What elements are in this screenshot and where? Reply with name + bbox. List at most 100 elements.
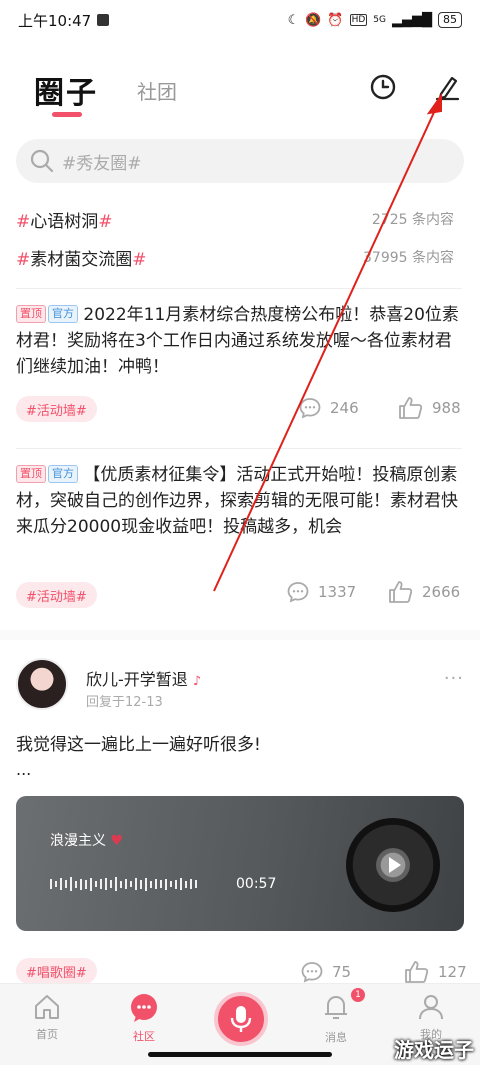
nav-community[interactable]: 社区 <box>114 992 174 1044</box>
user-icon <box>419 995 443 1020</box>
status-time: 上午10:47 <box>18 11 92 30</box>
post-text: 置顶 官方 【优质素材征集令】活动正式开始啦！投稿原创素材，突破自己的创作边界，探… <box>16 462 464 540</box>
topic-tag[interactable]: #活动墙# <box>16 582 97 608</box>
topic-hash: # <box>16 249 31 270</box>
header: 圈子 社团 <box>0 62 480 122</box>
search-placeholder: #秀友圈# <box>62 153 142 174</box>
topic-name: #素材菌交流圈# <box>16 245 147 270</box>
comment-icon <box>287 582 309 603</box>
thumbs-up-icon <box>389 581 413 603</box>
pencil-icon <box>435 76 460 101</box>
comment-value: 75 <box>332 963 352 981</box>
album-disc[interactable] <box>346 818 440 912</box>
comment-icon <box>299 398 321 419</box>
topic-hash: # <box>16 211 31 232</box>
like-value: 2666 <box>422 583 461 601</box>
reply-time: 回复于12-13 <box>86 695 163 710</box>
waveform <box>50 874 197 894</box>
official-tag: 官方 <box>48 465 78 483</box>
post-text: 我觉得这一遍比上一遍好听很多! <box>16 735 261 755</box>
tab-clubs[interactable]: 社团 <box>137 76 177 105</box>
like-value: 988 <box>432 399 461 417</box>
post-text: 置顶 官方 2022年11月素材综合热度榜公布啦！恭喜20位素材君！奖励将在3个工… <box>16 302 464 380</box>
search-bar[interactable]: #秀友圈# <box>16 139 464 183</box>
comment-value: 1337 <box>318 583 357 601</box>
topic-tag[interactable]: #唱歌圈# <box>16 958 97 984</box>
divider <box>16 448 462 449</box>
home-icon <box>35 995 59 1019</box>
bell-icon <box>325 996 347 1019</box>
app-notification-icon <box>97 14 110 26</box>
topic-tag[interactable]: #活动墙# <box>16 396 97 422</box>
user-name[interactable]: 欣儿-开学暂退 ♪ <box>86 666 201 690</box>
search-icon <box>30 149 54 173</box>
clock-icon <box>370 74 396 100</box>
bell-wrapper: 1 <box>321 988 365 1025</box>
avatar[interactable] <box>16 658 68 710</box>
microphone-icon <box>230 1006 252 1032</box>
like-count[interactable]: 988 <box>398 396 461 420</box>
status-right: ☾ 🔕 ⏰ HD 5G ▂▄▆█ 85 <box>288 12 462 28</box>
battery-indicator: 85 <box>438 12 462 28</box>
nav-messages[interactable]: 1 消息 <box>306 988 366 1045</box>
network-label: 5G <box>373 15 386 25</box>
pinned-post[interactable]: 置顶 官方 2022年11月素材综合热度榜公布啦！恭喜20位素材君！奖励将在3个工… <box>16 302 464 380</box>
mute-icon: 🔕 <box>305 12 322 28</box>
section-gap <box>0 630 480 640</box>
song-duration: 00:57 <box>236 876 277 892</box>
chat-bubble-icon <box>131 994 157 1022</box>
heart-icon: ♥ <box>110 833 124 849</box>
topic-hash: # <box>98 211 113 232</box>
like-value: 127 <box>438 963 467 981</box>
messages-badge: 1 <box>351 988 365 1002</box>
topic-count: 2725 条内容 <box>371 212 454 228</box>
music-card[interactable]: 浪漫主义 ♥ 00:57 <box>16 796 464 931</box>
home-indicator[interactable] <box>148 1052 332 1057</box>
pin-tag: 置顶 <box>16 305 46 323</box>
post-body: 【优质素材征集令】活动正式开始啦！投稿原创素材，突破自己的创作边界，探索剪辑的无… <box>16 465 458 537</box>
nav-messages-label: 消息 <box>325 1031 347 1044</box>
topic-count: 37995 条内容 <box>363 250 454 266</box>
pin-tag: 置顶 <box>16 465 46 483</box>
post-body: 2022年11月素材综合热度榜公布啦！恭喜20位素材君！奖励将在3个工作日内通过… <box>16 305 459 377</box>
nav-home[interactable]: 首页 <box>17 992 77 1042</box>
watermark: 游戏运子 <box>394 1038 474 1062</box>
song-title: 浪漫主义 ♥ <box>50 830 123 850</box>
alarm-icon: ⏰ <box>327 12 344 28</box>
play-icon <box>376 848 410 882</box>
comment-count[interactable]: 75 <box>300 960 351 984</box>
signal-icon: ▂▄▆█ <box>392 12 432 28</box>
like-count[interactable]: 127 <box>404 960 467 984</box>
like-count[interactable]: 2666 <box>388 580 460 604</box>
history-button[interactable] <box>368 72 398 102</box>
nav-community-label: 社区 <box>133 1030 155 1043</box>
official-tag: 官方 <box>48 305 78 323</box>
thumbs-up-icon <box>405 961 429 983</box>
pinned-post[interactable]: 置顶 官方 【优质素材征集令】活动正式开始啦！投稿原创素材，突破自己的创作边界，探… <box>16 462 464 540</box>
comment-value: 246 <box>330 399 359 417</box>
user-post-header: 欣儿-开学暂退 ♪ 回复于12-13 ··· <box>16 658 464 718</box>
thumbs-up-icon <box>399 397 423 419</box>
post-ellipsis: ... <box>16 760 32 779</box>
tab-underline <box>52 112 82 117</box>
comment-count[interactable]: 246 <box>298 396 359 420</box>
hd-icon: HD <box>349 14 368 26</box>
badge-icon: ♪ <box>192 674 202 689</box>
topic-label: 心语树洞 <box>30 211 99 232</box>
compose-button[interactable] <box>432 72 462 102</box>
tab-circles[interactable]: 圈子 <box>34 68 98 112</box>
topic-row[interactable]: #素材菌交流圈# 37995 条内容 <box>16 242 454 272</box>
song-title-text: 浪漫主义 <box>50 833 106 849</box>
comment-count[interactable]: 1337 <box>286 580 356 604</box>
topic-hash: # <box>132 249 147 270</box>
comment-icon <box>301 962 323 983</box>
more-options-button[interactable]: ··· <box>444 668 464 689</box>
topic-name: #心语树洞# <box>16 207 113 232</box>
divider <box>16 288 462 289</box>
record-button[interactable] <box>214 992 268 1046</box>
nav-home-label: 首页 <box>36 1028 58 1041</box>
topic-row[interactable]: #心语树洞# 2725 条内容 <box>16 204 454 234</box>
user-name-text: 欣儿-开学暂退 <box>86 670 188 689</box>
status-bar: 上午10:47 ☾ 🔕 ⏰ HD 5G ▂▄▆█ 85 <box>0 0 480 40</box>
topic-label: 素材菌交流圈 <box>30 249 133 270</box>
